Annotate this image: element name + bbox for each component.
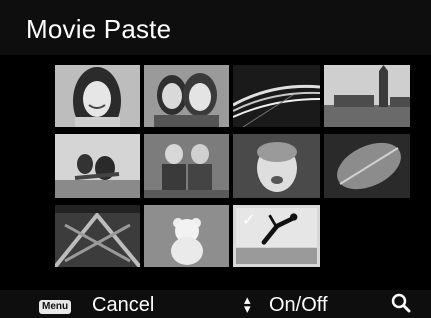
- selected-check-icon: ✓: [242, 212, 256, 229]
- thumbnail-5-image: [55, 134, 140, 198]
- thumbnail-10-image: [144, 205, 229, 267]
- cancel-label[interactable]: Cancel: [92, 294, 154, 317]
- title-bar: Movie Paste: [0, 0, 431, 55]
- thumbnail-5[interactable]: [55, 134, 140, 198]
- up-down-arrows-icon: ▴ ▾: [244, 292, 251, 316]
- menu-key-icon[interactable]: Menu: [39, 300, 72, 314]
- footer-bar: Menu Cancel ▴ ▾ On/Off: [0, 290, 431, 318]
- thumbnail-8-image: [324, 134, 410, 198]
- thumbnail-7[interactable]: [233, 134, 320, 198]
- thumbnail-1[interactable]: [55, 65, 140, 127]
- thumbnail-1-image: [55, 65, 140, 127]
- thumbnail-9-image: [55, 205, 140, 267]
- thumbnail-4-image: [324, 65, 410, 127]
- thumbnail-6-image: [144, 134, 229, 198]
- on-off-label[interactable]: On/Off: [269, 294, 328, 317]
- thumbnail-3[interactable]: [233, 65, 320, 127]
- thumbnail-10[interactable]: [144, 205, 229, 267]
- thumbnail-7-image: [233, 134, 320, 198]
- thumbnail-2-image: [144, 65, 229, 127]
- page-title: Movie Paste: [26, 14, 172, 44]
- thumbnail-11[interactable]: ✓: [233, 205, 320, 267]
- thumbnail-9[interactable]: [55, 205, 140, 267]
- magnifier-icon[interactable]: [391, 293, 411, 313]
- thumbnail-2[interactable]: [144, 65, 229, 127]
- thumbnail-8[interactable]: [324, 134, 410, 198]
- thumbnail-3-image: [233, 65, 320, 127]
- thumbnail-grid: ✓: [55, 65, 410, 267]
- thumbnail-6[interactable]: [144, 134, 229, 198]
- thumbnail-4[interactable]: [324, 65, 410, 127]
